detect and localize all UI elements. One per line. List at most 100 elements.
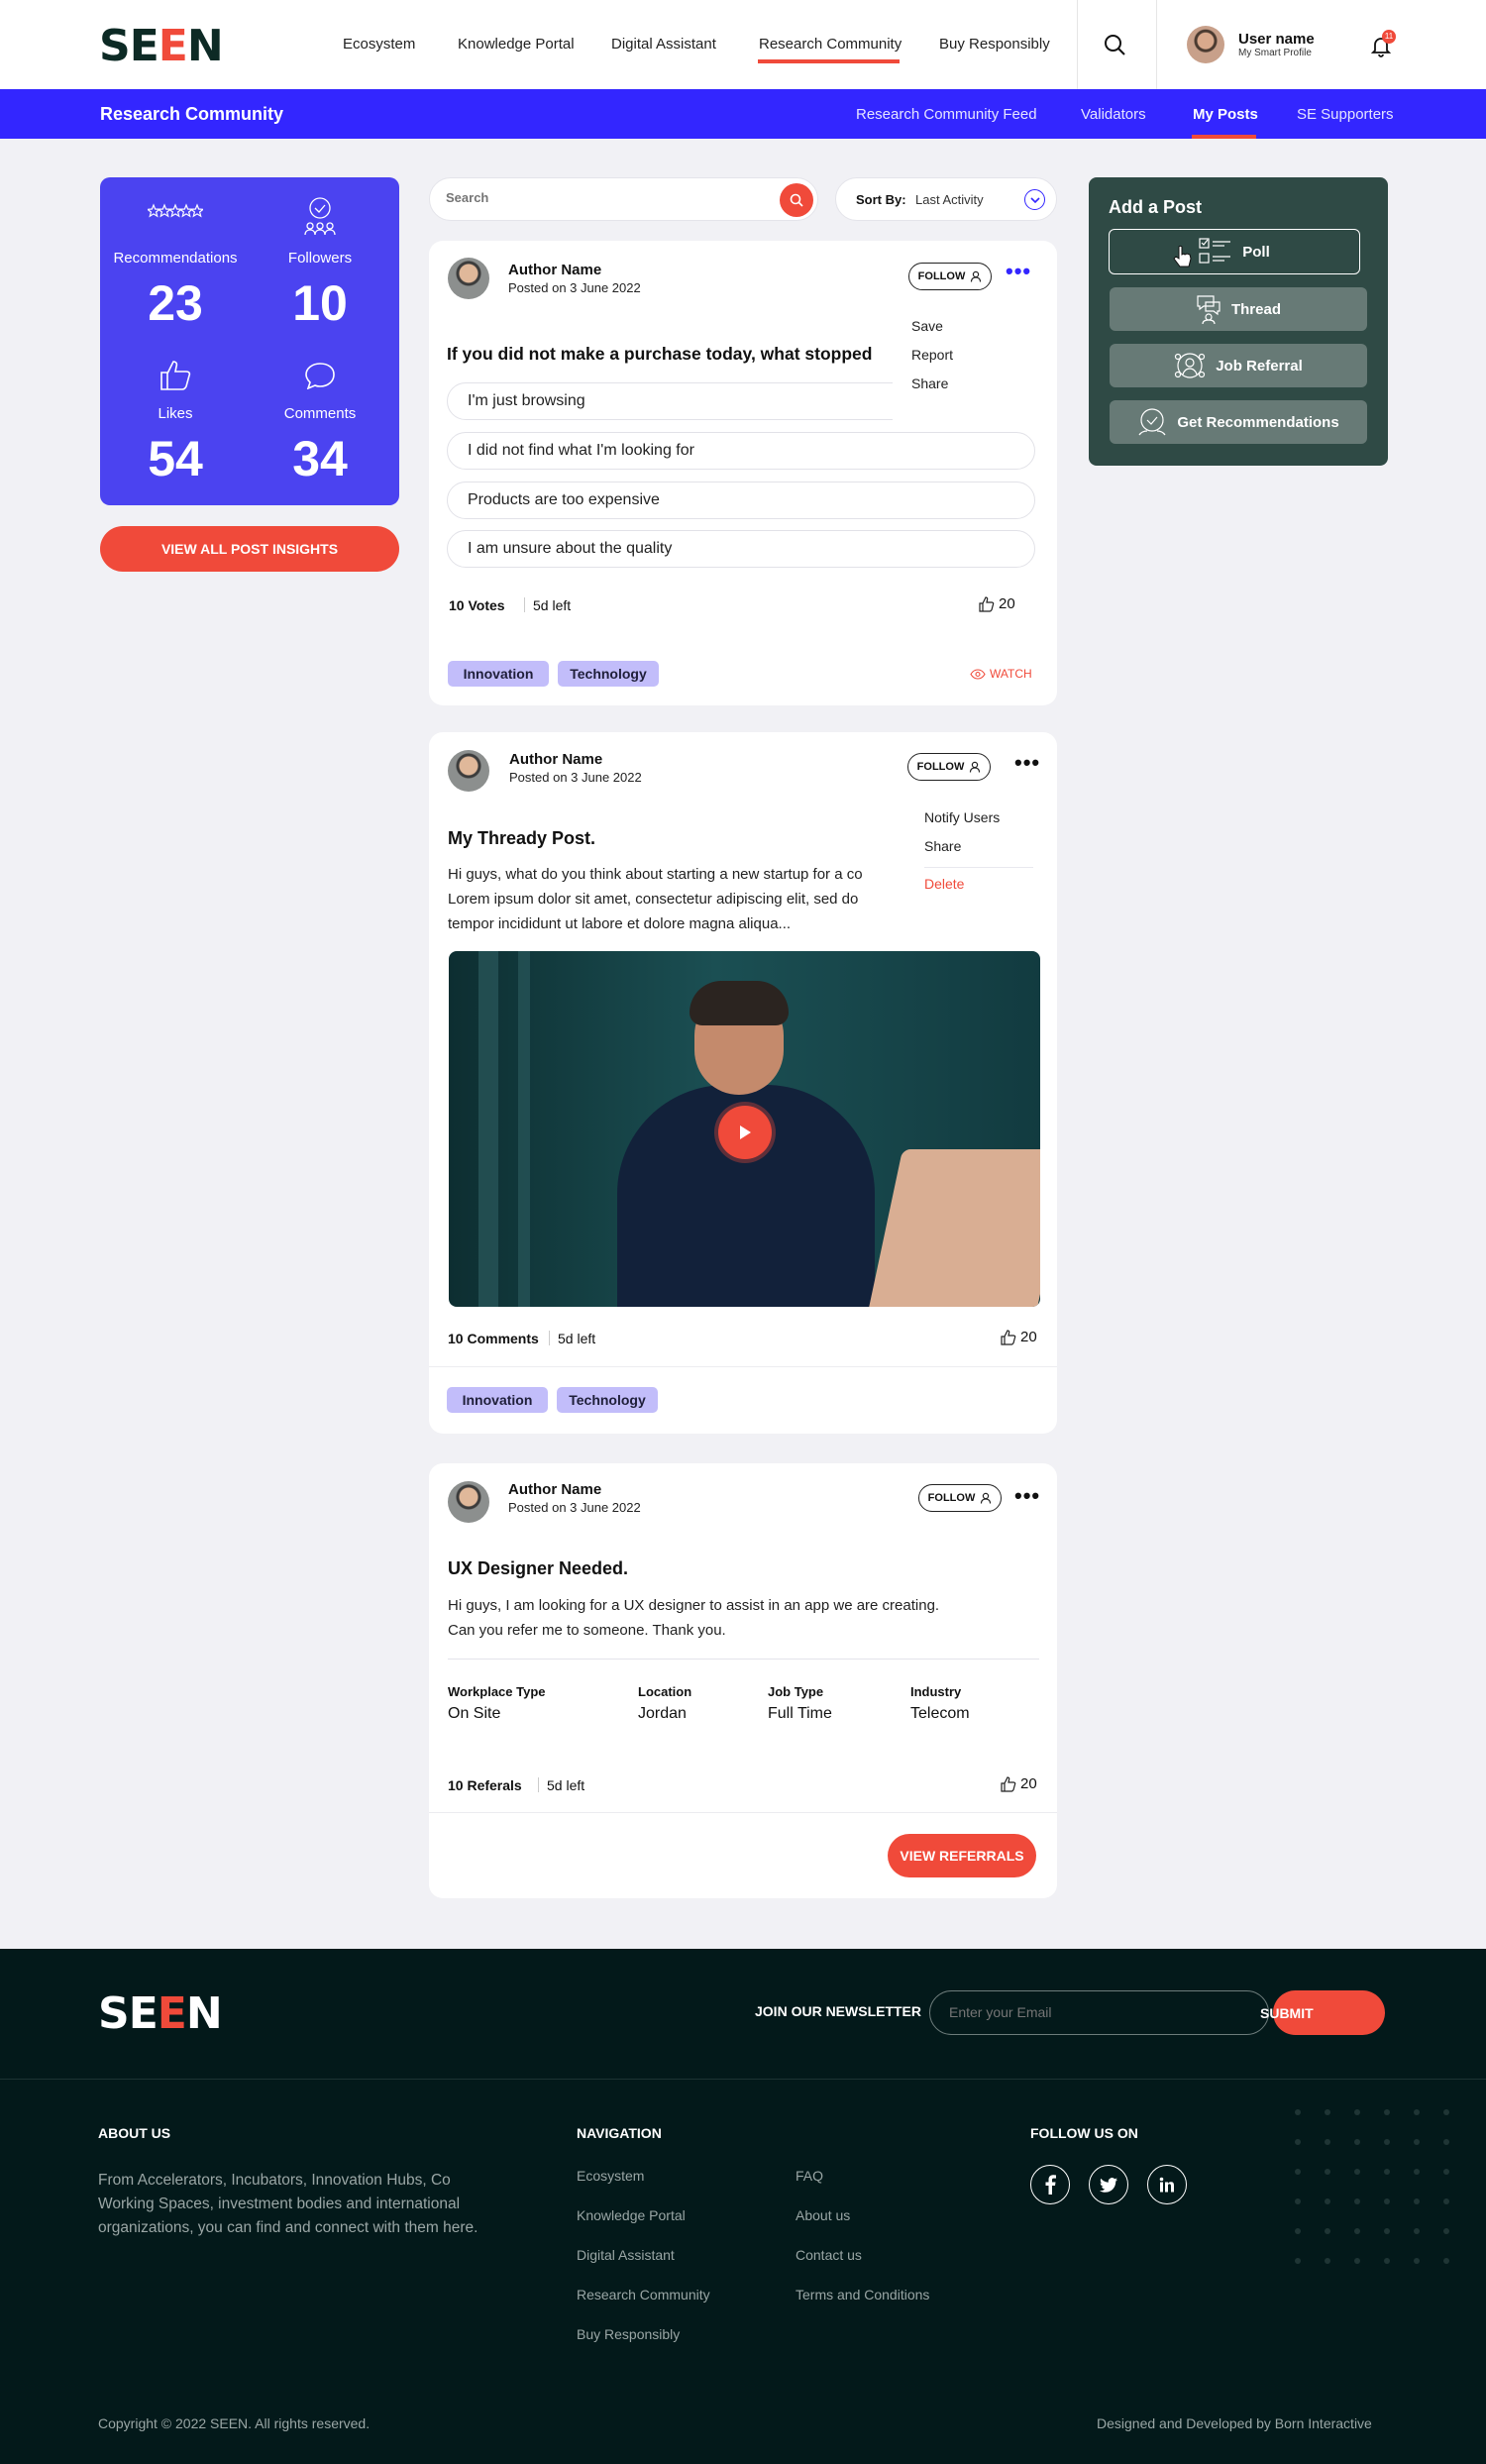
divider xyxy=(448,1659,1039,1660)
footer: SEEN JOIN OUR NEWSLETTER SUBMIT ABOUT US… xyxy=(0,1949,1486,2464)
thumbs-up-icon xyxy=(1001,1775,1016,1792)
poll-option[interactable]: I did not find what I'm looking for xyxy=(447,432,1035,470)
subnav-feed[interactable]: Research Community Feed xyxy=(856,106,1037,123)
laptop xyxy=(866,1149,1040,1307)
footer-link-digital-assistant[interactable]: Digital Assistant xyxy=(577,2247,675,2263)
view-all-insights-button[interactable]: VIEW ALL POST INSIGHTS xyxy=(100,526,399,572)
comments-count: 34 xyxy=(292,431,348,486)
subnav-my-posts[interactable]: My Posts xyxy=(1193,106,1258,123)
subnav-validators[interactable]: Validators xyxy=(1081,106,1146,123)
background-pillar xyxy=(478,951,498,1307)
add-poll-button[interactable]: Poll xyxy=(1109,229,1360,274)
watch-button[interactable]: WATCH xyxy=(970,667,1032,681)
footer-link-buy-responsibly[interactable]: Buy Responsibly xyxy=(577,2326,680,2342)
nav-digital-assistant[interactable]: Digital Assistant xyxy=(611,36,716,53)
poll-option[interactable]: Products are too expensive xyxy=(447,482,1035,519)
tag-technology[interactable]: Technology xyxy=(558,661,659,687)
follow-label: FOLLOW xyxy=(916,761,965,773)
footer-link-about[interactable]: About us xyxy=(796,2207,850,2223)
background-pillar xyxy=(518,951,530,1307)
menu-save[interactable]: Save xyxy=(911,318,1041,347)
like-button[interactable]: 20 xyxy=(1001,1329,1037,1345)
recommendations-count: 23 xyxy=(148,275,203,331)
footer-link-knowledge-portal[interactable]: Knowledge Portal xyxy=(577,2207,686,2223)
thread-video[interactable] xyxy=(449,951,1040,1307)
post-options-button[interactable]: ••• xyxy=(1014,752,1040,774)
job-title: UX Designer Needed. xyxy=(448,1558,629,1578)
subnav-se-supporters[interactable]: SE Supporters xyxy=(1297,106,1394,123)
thumbs-up-icon xyxy=(1001,1329,1016,1345)
search-icon[interactable] xyxy=(1104,34,1125,60)
poll-option[interactable]: I am unsure about the quality xyxy=(447,530,1035,568)
nav-knowledge-portal[interactable]: Knowledge Portal xyxy=(458,36,575,53)
sort-dropdown[interactable]: Sort By: Last Activity xyxy=(835,177,1057,221)
top-header: SEEN Ecosystem Knowledge Portal Digital … xyxy=(0,0,1486,89)
twitter-icon[interactable] xyxy=(1089,2165,1128,2204)
divider xyxy=(429,1366,1057,1367)
footer-link-faq[interactable]: FAQ xyxy=(796,2168,823,2184)
author-avatar[interactable] xyxy=(448,1481,489,1523)
footer-link-research-community[interactable]: Research Community xyxy=(577,2287,710,2303)
thread-title: My Thready Post. xyxy=(448,828,596,848)
follow-button[interactable]: FOLLOW xyxy=(908,263,992,290)
like-count: 20 xyxy=(1020,1775,1037,1792)
nav-buy-responsibly[interactable]: Buy Responsibly xyxy=(939,36,1050,53)
footer-link-contact[interactable]: Contact us xyxy=(796,2247,862,2263)
post-card-poll: Author Name Posted on 3 June 2022 FOLLOW… xyxy=(429,241,1057,705)
copyright: Copyright © 2022 SEEN. All rights reserv… xyxy=(98,2415,371,2431)
menu-delete[interactable]: Delete xyxy=(924,876,1038,905)
nav-ecosystem[interactable]: Ecosystem xyxy=(343,36,415,53)
email-input[interactable] xyxy=(949,2004,1226,2020)
search-submit-button[interactable] xyxy=(780,183,813,217)
author-name[interactable]: Author Name xyxy=(508,262,601,278)
search-input[interactable] xyxy=(446,190,743,205)
linkedin-icon[interactable] xyxy=(1147,2165,1187,2204)
footer-link-terms[interactable]: Terms and Conditions xyxy=(796,2287,929,2303)
menu-share[interactable]: Share xyxy=(924,838,1038,867)
footer-link-ecosystem[interactable]: Ecosystem xyxy=(577,2168,644,2184)
like-count: 20 xyxy=(1020,1329,1037,1345)
user-profile-link[interactable]: My Smart Profile xyxy=(1238,48,1312,58)
author-avatar[interactable] xyxy=(448,750,489,792)
post-options-button[interactable]: ••• xyxy=(1006,261,1031,282)
add-post-panel: Add a Post Poll Thread Job Referral Get … xyxy=(1089,177,1388,466)
menu-report[interactable]: Report xyxy=(911,347,1041,375)
seen-logo[interactable]: SEEN xyxy=(99,25,224,68)
user-name[interactable]: User name xyxy=(1238,31,1315,48)
like-button[interactable]: 20 xyxy=(979,595,1015,612)
add-thread-button[interactable]: Thread xyxy=(1110,287,1367,331)
author-avatar[interactable] xyxy=(448,258,489,299)
add-job-referral-button[interactable]: Job Referral xyxy=(1110,344,1367,387)
tag-innovation[interactable]: Innovation xyxy=(448,661,549,687)
comments-label: Comments xyxy=(283,405,357,422)
follow-button[interactable]: FOLLOW xyxy=(918,1484,1002,1512)
notification-badge: 11 xyxy=(1382,30,1396,44)
facebook-icon[interactable] xyxy=(1030,2165,1070,2204)
tag-technology[interactable]: Technology xyxy=(557,1387,658,1413)
comment-icon xyxy=(248,362,392,389)
tag-innovation[interactable]: Innovation xyxy=(447,1387,548,1413)
search-bar[interactable] xyxy=(429,177,818,221)
divider xyxy=(1077,0,1078,89)
footer-logo[interactable]: SEEN xyxy=(98,1992,223,2036)
about-line: organizations, you can find and connect … xyxy=(98,2219,478,2236)
menu-notify-users[interactable]: Notify Users xyxy=(924,809,1038,838)
body-line: Can you refer me to someone. Thank you. xyxy=(448,1622,726,1639)
author-name[interactable]: Author Name xyxy=(509,751,602,768)
view-referrals-button[interactable]: VIEW REFERRALS xyxy=(888,1834,1036,1877)
user-avatar[interactable] xyxy=(1187,26,1224,63)
menu-share[interactable]: Share xyxy=(911,375,1041,404)
body-line: Lorem ipsum dolor sit amet, consectetur … xyxy=(448,891,859,908)
credit[interactable]: Designed and Developed by Born Interacti… xyxy=(1097,2415,1372,2431)
post-options-button[interactable]: ••• xyxy=(1014,1485,1040,1507)
field-label: Industry xyxy=(910,1684,962,1699)
submit-button[interactable]: SUBMIT xyxy=(1260,1990,1385,2035)
newsletter-email-field[interactable] xyxy=(929,1990,1269,2035)
like-button[interactable]: 20 xyxy=(1001,1775,1037,1792)
nav-research-community[interactable]: Research Community xyxy=(759,36,902,53)
post-date: Posted on 3 June 2022 xyxy=(508,280,641,295)
play-button[interactable] xyxy=(718,1106,772,1159)
get-recommendations-button[interactable]: Get Recommendations xyxy=(1110,400,1367,444)
author-name[interactable]: Author Name xyxy=(508,1481,601,1498)
follow-button[interactable]: FOLLOW xyxy=(907,753,991,781)
